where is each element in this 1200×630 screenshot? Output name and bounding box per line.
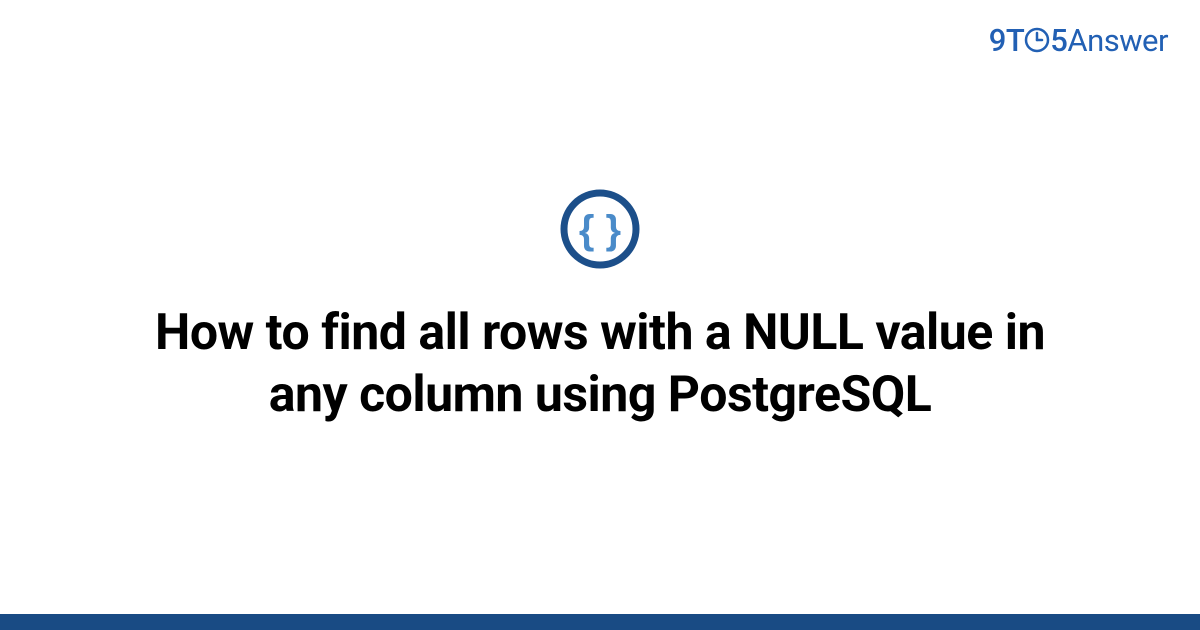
footer-accent-bar — [0, 614, 1200, 630]
svg-text:{ }: { } — [579, 208, 621, 252]
code-braces-icon: { } — [559, 188, 641, 270]
page-title: How to find all rows with a NULL value i… — [120, 302, 1080, 426]
main-content: { } How to find all rows with a NULL val… — [0, 0, 1200, 614]
